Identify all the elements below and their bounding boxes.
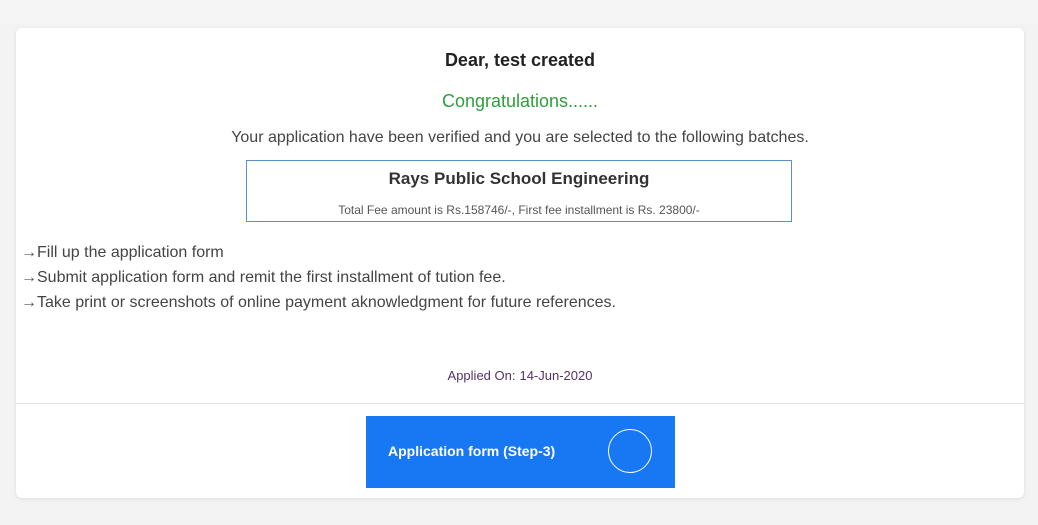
greeting-prefix: Dear, xyxy=(444,50,489,70)
page-top-strip xyxy=(0,0,1038,24)
application-form-step3-button[interactable]: Application form (Step-3) xyxy=(366,416,675,488)
batch-info-box: Rays Public School Engineering Total Fee… xyxy=(246,160,792,222)
instruction-item: →Take print or screenshots of online pay… xyxy=(21,294,616,319)
batch-fee-text: Total Fee amount is Rs.158746/-, First f… xyxy=(338,203,700,217)
arrow-right-icon: → xyxy=(21,294,37,311)
arrow-right-icon: → xyxy=(21,269,37,286)
selection-card: Dear, test created Congratulations......… xyxy=(16,28,1024,498)
divider xyxy=(16,403,1024,404)
applied-on-label: Applied On: xyxy=(447,368,516,383)
greeting-heading: Dear, test created xyxy=(16,50,1024,71)
instruction-item: →Submit application form and remit the f… xyxy=(21,269,616,294)
applied-on: Applied On: 14-Jun-2020 xyxy=(16,368,1024,383)
arrow-right-icon: → xyxy=(21,244,37,261)
applicant-name: test created xyxy=(494,50,596,70)
congratulations-text: Congratulations...... xyxy=(441,91,599,111)
loading-spinner-icon xyxy=(608,429,652,473)
instruction-text: Fill up the application form xyxy=(37,244,224,261)
instruction-text: Submit application form and remit the fi… xyxy=(37,269,506,286)
verified-message: Your application have been verified and … xyxy=(231,129,809,146)
applied-on-date: 14-Jun-2020 xyxy=(519,368,593,383)
instructions-list: →Fill up the application form →Submit ap… xyxy=(21,244,616,319)
batch-name: Rays Public School Engineering xyxy=(388,169,650,188)
application-form-step3-label: Application form (Step-3) xyxy=(388,443,556,459)
instruction-text: Take print or screenshots of online paym… xyxy=(37,294,616,311)
instruction-item: →Fill up the application form xyxy=(21,244,616,269)
